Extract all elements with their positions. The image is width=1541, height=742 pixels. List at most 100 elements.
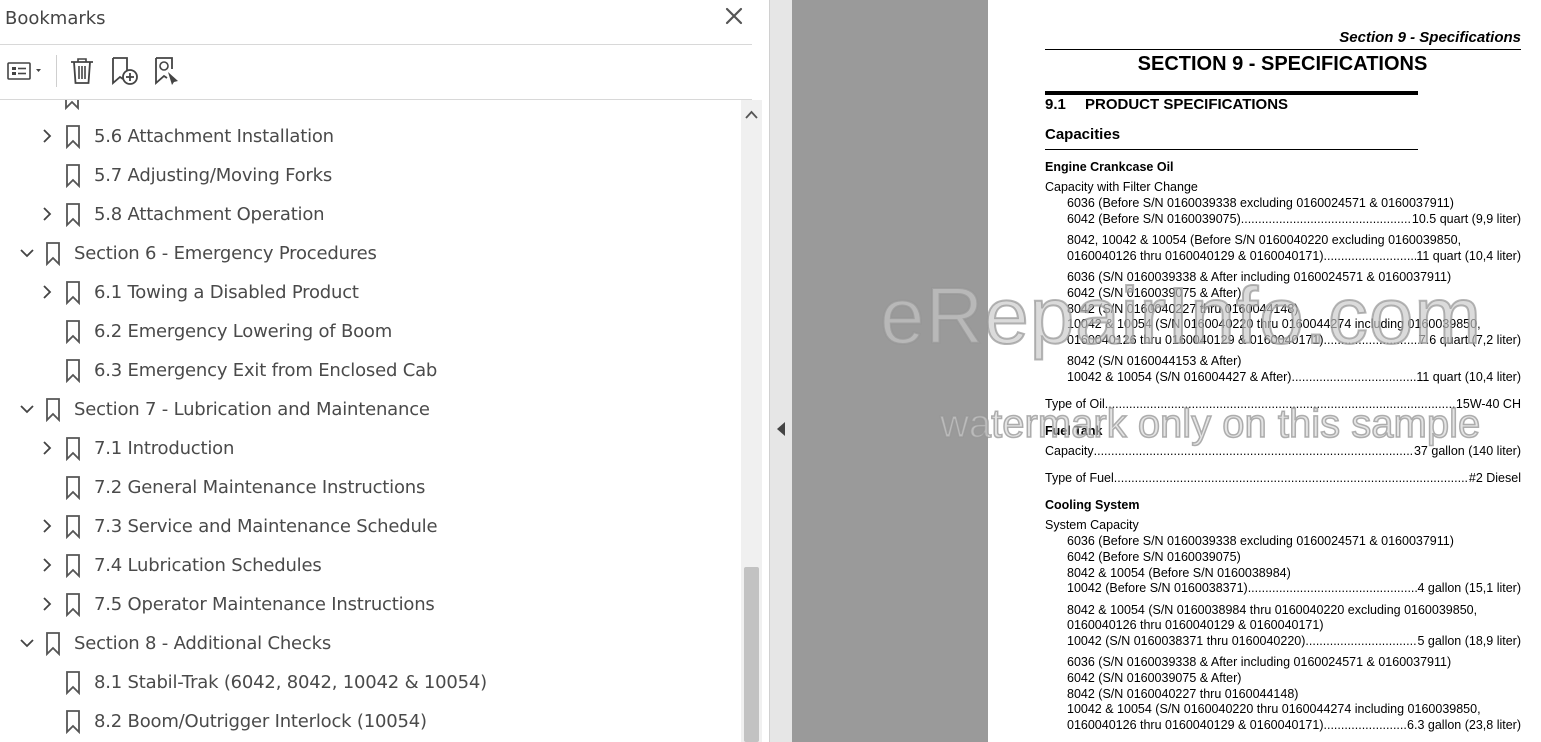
chevron-right-icon[interactable] <box>38 127 56 145</box>
cooling-heading: Cooling System <box>1045 498 1140 512</box>
chevron-right-icon[interactable] <box>38 283 56 301</box>
bookmark-label: 7.5 Operator Maintenance Instructions <box>94 594 435 615</box>
vertical-scrollbar[interactable] <box>741 100 762 742</box>
bookmark-label: 8.2 Boom/Outrigger Interlock (10054) <box>94 711 427 732</box>
bookmark-icon <box>46 398 60 422</box>
bookmark-row[interactable]: 5.7 Adjusting/Moving Forks <box>0 156 740 195</box>
spec-leader-line: 10042 (S/N 0160038371 thru 0160040220) 5 … <box>1067 634 1521 648</box>
panel-splitter[interactable] <box>769 0 792 742</box>
bookmark-tree: 5.6 Attachment Installation 5.7 Adjusting… <box>0 100 740 742</box>
chevron-right-icon[interactable] <box>38 517 56 535</box>
bookmark-icon <box>66 203 80 227</box>
bookmark-label: 6.1 Towing a Disabled Product <box>94 282 359 303</box>
bookmark-row[interactable]: 8.1 Stabil-Trak (6042, 8042, 10042 & 100… <box>0 663 740 702</box>
spec-line: 0160040126 thru 0160040129 & 0160040171) <box>1067 618 1324 632</box>
spec-leader-line: 0160040126 thru 0160040129 & 0160040171)… <box>1067 718 1521 732</box>
bookmark-row[interactable]: 6.2 Emergency Lowering of Boom <box>0 312 740 351</box>
chevron-down-icon[interactable] <box>18 634 36 652</box>
chevron-down-icon[interactable] <box>18 244 36 262</box>
bookmark-row[interactable]: 7.2 General Maintenance Instructions <box>0 468 740 507</box>
header-rule <box>1045 49 1521 50</box>
scroll-up-arrow-icon[interactable] <box>741 106 762 124</box>
bookmark-label: 7.2 General Maintenance Instructions <box>94 477 426 498</box>
chevron-down-icon[interactable] <box>18 400 36 418</box>
bookmark-row[interactable]: 8.2 Boom/Outrigger Interlock (10054) <box>0 702 740 741</box>
spec-label: Type of Fuel <box>1045 471 1114 485</box>
running-header: Section 9 - Specifications <box>1339 29 1521 46</box>
delete-bookmark-icon[interactable] <box>64 53 100 89</box>
chevron-right-icon[interactable] <box>38 556 56 574</box>
bookmark-row[interactable]: 6.1 Towing a Disabled Product <box>0 273 740 312</box>
bookmark-icon <box>66 320 80 344</box>
capacities-rule <box>1045 149 1418 150</box>
capacities-heading: Capacities <box>1045 126 1121 143</box>
spec-label: 10042 (S/N 0160038371 thru 0160040220) <box>1067 634 1306 648</box>
bookmark-icon <box>66 281 80 305</box>
spec-line: 6036 (S/N 0160039338 & After including 0… <box>1067 655 1452 669</box>
spec-leader-line: Type of Fuel #2 Diesel <box>1045 471 1521 485</box>
new-bookmark-icon[interactable] <box>106 53 142 89</box>
bookmark-icon <box>66 476 80 500</box>
bookmark-section-row[interactable]: Section 7 - Lubrication and Maintenance <box>0 390 740 429</box>
bookmark-row[interactable]: 7.3 Service and Maintenance Schedule <box>0 507 740 546</box>
section-rule <box>1045 91 1418 95</box>
bookmarks-toolbar <box>0 45 752 99</box>
chevron-right-icon[interactable] <box>38 439 56 457</box>
spec-line: 6042 (S/N 0160039075 & After) <box>1067 671 1242 685</box>
bookmark-row[interactable]: 7.5 Operator Maintenance Instructions <box>0 585 740 624</box>
subsection-title: PRODUCT SPECIFICATIONS <box>1085 96 1289 113</box>
panel-title: Bookmarks <box>5 8 106 29</box>
bookmarks-panel: Bookmarks 5.6 Attachment Installation 5.… <box>0 0 769 742</box>
spec-leader-line: 0160040126 thru 0160040129 & 0160040171)… <box>1067 249 1521 263</box>
bookmark-label: Section 8 - Additional Checks <box>74 633 332 654</box>
spec-leader-line: 10042 (Before S/N 0160038371) 4 gallon (1… <box>1067 581 1521 595</box>
find-current-bookmark-icon[interactable] <box>148 53 184 89</box>
bookmark-row[interactable]: 5.8 Attachment Operation <box>0 195 740 234</box>
bookmark-section-row[interactable]: Section 6 - Emergency Procedures <box>0 234 740 273</box>
toolbar-separator <box>56 55 57 87</box>
spec-line: 8042 & 10054 (Before S/N 0160038984) <box>1067 566 1291 580</box>
spec-line: 8042 (S/N 0160040227 thru 0160044148) <box>1067 687 1299 701</box>
spec-label: 6042 (Before S/N 0160039075) <box>1067 212 1241 226</box>
bookmark-section-row[interactable]: Section 8 - Additional Checks <box>0 624 740 663</box>
chevron-right-icon[interactable] <box>38 205 56 223</box>
section-title: SECTION 9 - SPECIFICATIONS <box>1137 53 1428 75</box>
bookmark-icon <box>66 125 80 149</box>
bookmark-label: 5.7 Adjusting/Moving Forks <box>94 165 332 186</box>
bookmark-icon <box>66 593 80 617</box>
spec-value: 10.5 quart (9,9 liter) <box>1411 212 1521 226</box>
bookmark-row[interactable]: 7.4 Lubrication Schedules <box>0 546 740 585</box>
bookmark-label: 7.1 Introduction <box>94 438 235 459</box>
close-icon[interactable] <box>722 6 746 30</box>
spec-line: Capacity with Filter Change <box>1045 180 1198 194</box>
collapse-panel-arrow-icon[interactable] <box>776 421 786 437</box>
spec-label: 0160040126 thru 0160040129 & 0160040171) <box>1067 249 1324 263</box>
spec-value: 4 gallon (15,1 liter) <box>1417 581 1521 595</box>
bookmark-label: 7.3 Service and Maintenance Schedule <box>94 516 438 537</box>
bookmark-row[interactable]: 6.3 Emergency Exit from Enclosed Cab <box>0 351 740 390</box>
spec-value: 6.3 gallon (23,8 liter) <box>1407 718 1521 732</box>
bookmark-label: 8.1 Stabil-Trak (6042, 8042, 10042 & 100… <box>94 672 488 693</box>
document-page[interactable]: Section 9 - Specifications SECTION 9 - S… <box>988 0 1541 742</box>
spec-line: 10042 & 10054 (S/N 0160040220 thru 01600… <box>1067 702 1481 716</box>
bookmark-label: 7.4 Lubrication Schedules <box>94 555 322 576</box>
bookmark-icon <box>66 515 80 539</box>
bookmark-label: Section 6 - Emergency Procedures <box>74 243 377 264</box>
bookmark-row[interactable]: 7.1 Introduction <box>0 429 740 468</box>
bookmark-icon <box>66 164 80 188</box>
bookmark-label: 6.2 Emergency Lowering of Boom <box>94 321 393 342</box>
bookmark-icon <box>46 632 60 656</box>
bookmark-icon <box>46 242 60 266</box>
spec-line: 6036 (Before S/N 0160039338 excluding 01… <box>1067 196 1454 210</box>
spec-line: 6042 (Before S/N 0160039075) <box>1067 550 1241 564</box>
chevron-right-icon[interactable] <box>38 595 56 613</box>
bookmark-icon <box>66 671 80 695</box>
bookmark-row[interactable]: 5.6 Attachment Installation <box>0 117 740 156</box>
spec-leader-line: 10042 & 10054 (S/N 016004427 & After) 11 … <box>1067 370 1521 384</box>
spec-line: 6036 (Before S/N 0160039338 excluding 01… <box>1067 534 1454 548</box>
bookmark-row-partial[interactable] <box>0 100 740 117</box>
engine-oil-heading: Engine Crankcase Oil <box>1045 160 1174 174</box>
options-menu-icon[interactable] <box>4 53 48 89</box>
scrollbar-thumb[interactable] <box>744 567 759 742</box>
bookmark-icon <box>66 437 80 461</box>
